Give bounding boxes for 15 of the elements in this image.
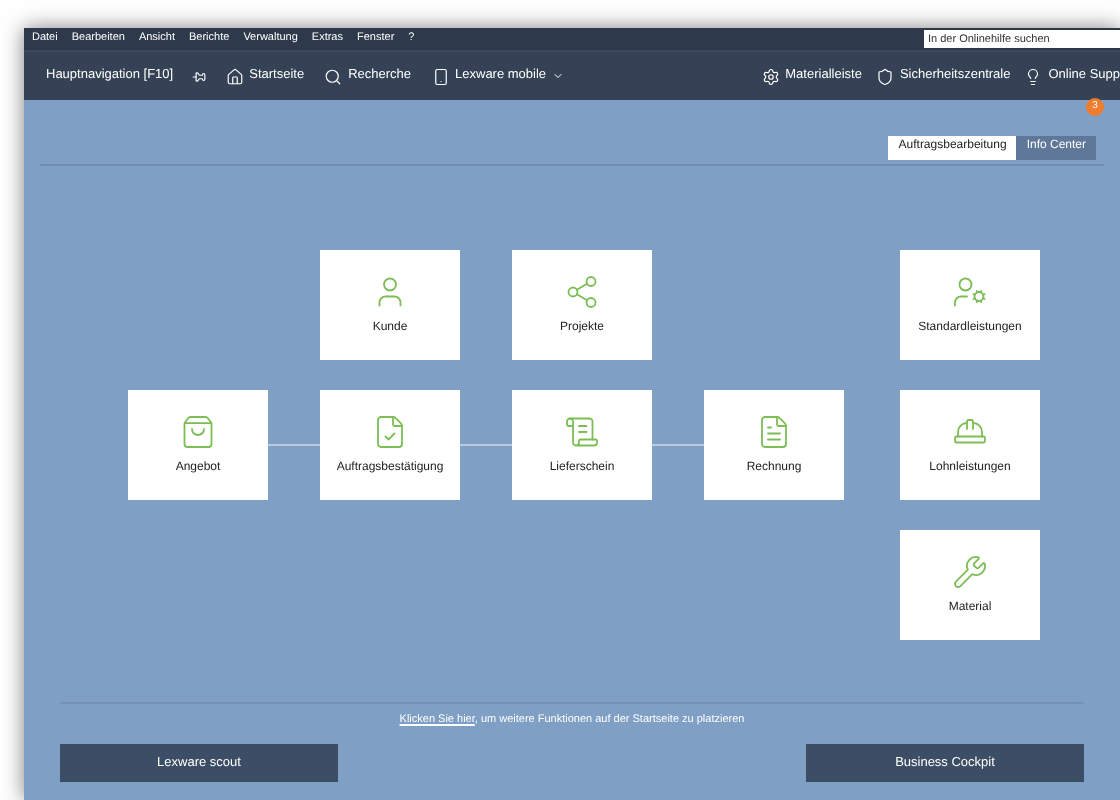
- search-icon: [324, 67, 343, 85]
- document-icon: [756, 413, 792, 449]
- pin-icon[interactable]: [191, 69, 206, 83]
- document-icon: [564, 413, 600, 449]
- document-check-icon: [372, 413, 408, 449]
- lightbulb-icon: [1024, 67, 1043, 85]
- home-icon: [225, 67, 244, 85]
- settings-icon: [761, 67, 780, 85]
- shopping-bag-icon: [180, 413, 216, 449]
- person-gear-icon: [952, 273, 988, 309]
- hard-hat-icon: [952, 413, 988, 449]
- phone-icon: [431, 67, 450, 85]
- network-icon: [564, 273, 600, 309]
- shield-icon: [875, 67, 894, 85]
- wrench-icon: [952, 553, 988, 589]
